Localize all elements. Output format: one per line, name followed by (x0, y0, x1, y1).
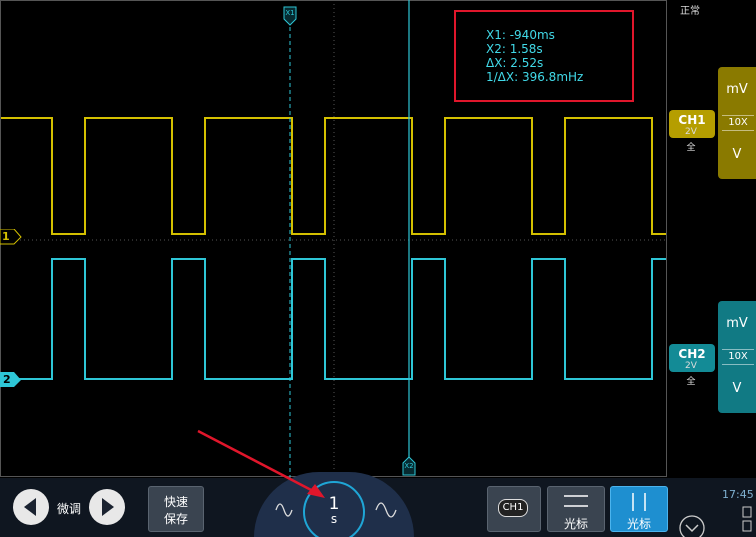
fine-adjust-label: 微调 (57, 502, 82, 516)
ch1-name: CH1 (678, 113, 706, 127)
clock: 17:45 (722, 488, 754, 501)
cursor-delta-value: ΔX: 2.52s (486, 56, 544, 70)
usb-icon (742, 506, 752, 532)
ch1-coupling: 全 (686, 143, 696, 153)
ch1-select-button[interactable]: CH1 (487, 486, 541, 532)
vertical-cursor-label: 光标 (626, 517, 651, 531)
ch1-unit-bottom: V (732, 147, 742, 162)
ch1-select-label: CH1 (498, 499, 528, 517)
ch2-coupling: 全 (686, 377, 696, 387)
acquisition-mode: 正常 (680, 6, 700, 17)
quick-save-line2: 保存 (163, 512, 188, 526)
timebase-unit: s (330, 512, 338, 526)
fine-right-button[interactable] (89, 489, 125, 525)
cursor-frequency-value: 1/ΔX: 396.8mHz (486, 70, 584, 84)
ch2-scale: 2V (685, 361, 697, 371)
cursor-x2-value: X2: 1.58s (486, 42, 543, 56)
cursor-x1-label: X1 (285, 9, 295, 17)
expand-chevron-icon[interactable] (678, 514, 706, 537)
horizontal-cursor-icon (564, 495, 588, 507)
fine-left-button[interactable] (13, 489, 49, 525)
ch2-level-label: 2 (3, 373, 11, 386)
ch1-probe[interactable]: 10X (722, 115, 754, 131)
arrow-right-icon (102, 498, 114, 516)
waveform-display[interactable]: X1 X2 1 2 X1: -940ms X2: 1.58s ΔX: 2.52s… (0, 0, 668, 478)
ch1-unit-top: mV (726, 82, 748, 97)
ch2-name: CH2 (678, 347, 706, 361)
sine-right-icon (375, 502, 397, 518)
ch2-unit-top: mV (726, 316, 748, 331)
horizontal-cursor-button[interactable]: 光标 (547, 486, 605, 532)
ch2-unit-bottom: V (732, 381, 742, 396)
cursor-x1-value: X1: -940ms (486, 28, 555, 42)
cursor-x2-label: X2 (404, 462, 414, 470)
horizontal-cursor-label: 光标 (563, 517, 588, 531)
arrow-left-icon (24, 498, 36, 516)
ch1-scale-control[interactable]: mV 10X V (718, 67, 756, 179)
sine-left-icon (275, 503, 293, 517)
ch1-level-label: 1 (2, 230, 10, 243)
vertical-cursor-button[interactable]: 光标 (610, 486, 668, 532)
ch1-scale: 2V (685, 127, 697, 137)
ch2-scale-control[interactable]: mV 10X V (718, 301, 756, 413)
cursor-readout-box: X1: -940ms X2: 1.58s ΔX: 2.52s 1/ΔX: 396… (454, 10, 634, 102)
annotation-arrow (197, 429, 325, 498)
ch2-probe[interactable]: 10X (722, 349, 754, 365)
vertical-cursor-icon (632, 493, 646, 511)
